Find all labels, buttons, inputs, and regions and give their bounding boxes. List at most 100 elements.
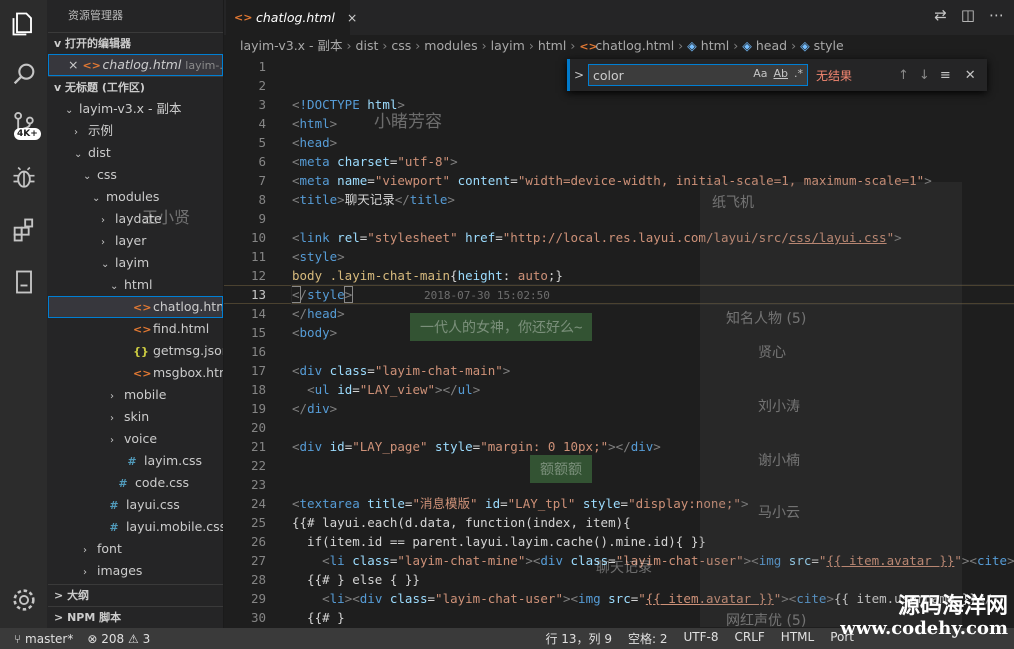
explorer-icon[interactable] [8, 8, 40, 40]
tree-item[interactable]: # layim.css [48, 450, 223, 472]
tree-item[interactable]: {} getmsg.json [48, 340, 223, 362]
breadcrumb-item[interactable]: html [701, 38, 729, 53]
regex-toggle[interactable]: .* [794, 67, 803, 80]
breadcrumb-item[interactable]: modules [424, 38, 477, 53]
match-case-toggle[interactable]: Aa [753, 67, 767, 80]
language-mode[interactable]: HTML [781, 630, 814, 647]
arrow-down-icon[interactable]: ↓ [919, 68, 930, 83]
workspace-label: 无标题 (工作区) [65, 81, 145, 94]
ghost-contact: 刘小涛 [758, 399, 800, 415]
css-file-icon: # [109, 499, 119, 512]
line-number: 24 [250, 496, 266, 511]
breadcrumb-item[interactable]: layim-v3.x - 副本 [240, 38, 343, 53]
cursor-position[interactable]: 行 13，列 9 [545, 630, 612, 647]
npm-scripts-header[interactable]: > NPM 脚本 [48, 606, 223, 628]
match-word-toggle[interactable]: Ab [773, 67, 788, 80]
symbol-icon: ◈ [687, 38, 701, 53]
tree-item[interactable]: # layui.mobile.css [48, 516, 223, 538]
find-input[interactable]: color Aa Ab .* [588, 64, 808, 86]
tree-item[interactable]: ⌄ html [48, 274, 223, 296]
chevron-right-icon: › [110, 413, 114, 424]
breadcrumb-item[interactable]: head [756, 38, 787, 53]
remote-explorer-icon[interactable] [8, 266, 40, 298]
encoding[interactable]: UTF-8 [684, 630, 719, 647]
open-editor-item[interactable]: × <> chatlog.html layim-... [48, 54, 223, 76]
tree-item[interactable]: ⌄ layim [48, 252, 223, 274]
tree-item[interactable]: › skin [48, 406, 223, 428]
branch-indicator[interactable]: ⑂ master* [14, 632, 73, 646]
tree-item[interactable]: ⌄ css [48, 164, 223, 186]
breadcrumb-item[interactable]: html [538, 38, 566, 53]
chevron-right-icon: › [110, 391, 114, 402]
line-number: 19 [250, 401, 266, 416]
line-ending[interactable]: CRLF [734, 630, 764, 647]
tree-item[interactable]: › voice [48, 428, 223, 450]
open-editors-header[interactable]: v 打开的编辑器 [48, 32, 223, 54]
chevron-right-icon: › [678, 38, 684, 53]
line-number: 17 [250, 363, 266, 378]
html-file-icon: <> [579, 40, 598, 53]
tab-chatlog-html[interactable]: <> chatlog.html × [226, 0, 357, 35]
breadcrumb-item[interactable]: dist [356, 38, 379, 53]
more-actions-icon[interactable]: ⋯ [989, 6, 1004, 24]
indentation[interactable]: 空格: 2 [628, 630, 668, 647]
line-number: 22 [250, 458, 266, 473]
settings-gear-icon[interactable] [8, 584, 40, 616]
line-number: 28 [250, 572, 266, 587]
tree-item-label: 示例 [88, 123, 114, 138]
tree-item[interactable]: ⌄ dist [48, 142, 223, 164]
tree-item[interactable]: <> msgbox.html [48, 362, 223, 384]
arrow-up-icon[interactable]: ↑ [898, 68, 909, 83]
breadcrumb-item[interactable]: layim [491, 38, 525, 53]
tree-item[interactable]: › font [48, 538, 223, 560]
tree-item-label: font [97, 541, 122, 556]
editor-tab-bar: <> chatlog.html × ⇄ ◫ ⋯ [224, 0, 1014, 35]
outline-header[interactable]: > 大纲 [48, 584, 223, 606]
problems-indicator[interactable]: ⊗ 208 ⚠ 3 [87, 632, 150, 646]
close-icon[interactable]: ✕ [965, 68, 976, 83]
tree-item[interactable]: <> find.html [48, 318, 223, 340]
tree-item[interactable]: ⌄ layim-v3.x - 副本 [48, 98, 223, 120]
chevron-right-icon: › [346, 38, 352, 53]
ghost-panel-title: 纸飞机 [712, 195, 754, 211]
css-file-icon: # [118, 477, 128, 490]
chevron-right-icon: › [83, 545, 87, 556]
line-number: 23 [250, 477, 266, 492]
tree-item[interactable]: › images [48, 560, 223, 582]
breadcrumb-item[interactable]: chatlog.html [595, 38, 674, 53]
tree-item-label: modules [106, 189, 160, 204]
tree-item[interactable]: › layer [48, 230, 223, 252]
search-icon[interactable] [8, 58, 40, 90]
tree-item-label: msgbox.html [152, 365, 223, 380]
tree-item[interactable]: # code.css [48, 472, 223, 494]
tree-item-label: code.css [134, 475, 190, 490]
chevron-right-icon[interactable]: > [570, 68, 588, 82]
close-icon[interactable]: × [68, 57, 78, 72]
error-icon: ⊗ [87, 631, 98, 646]
breadcrumb-item[interactable]: style [814, 38, 844, 53]
find-in-selection-icon[interactable]: ≡ [940, 68, 951, 83]
compare-changes-icon[interactable]: ⇄ [934, 6, 947, 24]
tree-item-label: layer [115, 233, 147, 248]
line-number: 29 [250, 591, 266, 606]
breadcrumb-item[interactable]: css [391, 38, 411, 53]
line-number: 5 [258, 135, 266, 150]
tree-item[interactable]: › 示例 [48, 120, 223, 142]
tree-item[interactable]: # layui.css [48, 494, 223, 516]
tree-item[interactable]: ⌄ modules [48, 186, 223, 208]
chevron-right-icon: › [110, 435, 114, 446]
symbol-icon: ◈ [742, 38, 756, 53]
tree-item[interactable]: › laydate [48, 208, 223, 230]
open-editor-name: chatlog.html [102, 57, 182, 72]
debug-icon[interactable] [8, 162, 40, 194]
editor-actions: ⇄ ◫ ⋯ [934, 6, 1004, 24]
tree-item[interactable]: › mobile [48, 384, 223, 406]
workspace-header[interactable]: v 无标题 (工作区) [48, 76, 223, 98]
tree-item[interactable]: <> chatlog.html [48, 296, 223, 318]
html-file-icon: <> [234, 11, 253, 24]
split-editor-icon[interactable]: ◫ [961, 6, 975, 24]
tab-close-icon[interactable]: × [347, 10, 357, 25]
tree-item-label: dist [88, 145, 111, 160]
tree-item-label: layim.css [143, 453, 203, 468]
extensions-icon[interactable] [8, 214, 40, 246]
